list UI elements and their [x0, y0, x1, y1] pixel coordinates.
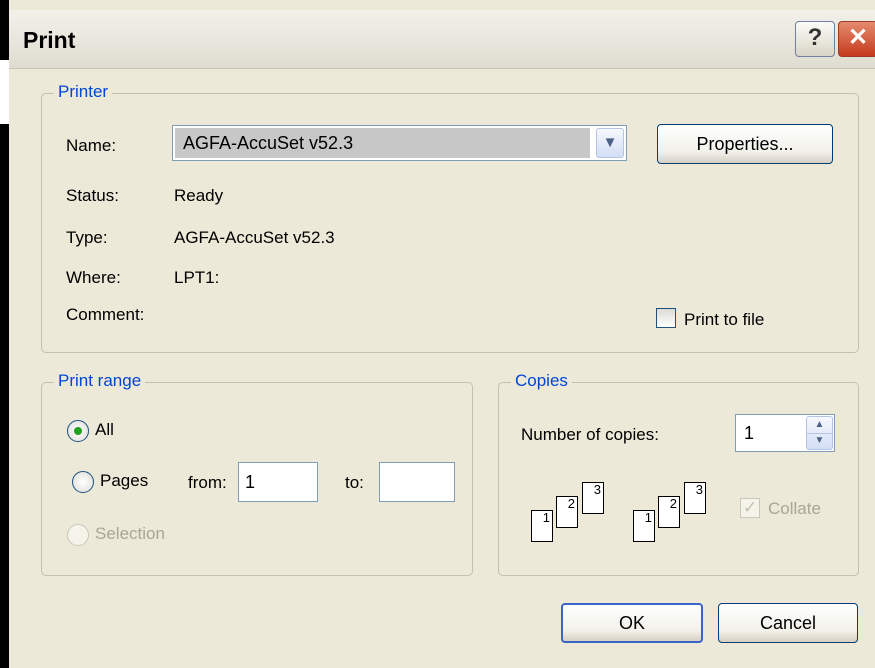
help-button[interactable]: ?: [795, 21, 835, 57]
pages-radio[interactable]: [72, 471, 94, 493]
from-page-input[interactable]: 1: [238, 462, 318, 502]
from-label: from:: [188, 473, 227, 492]
comment-label: Comment:: [66, 305, 145, 324]
window-left-edge-highlight: [0, 60, 9, 124]
number-of-copies-label: Number of copies:: [521, 425, 659, 444]
copies-group: Copies: [498, 371, 859, 576]
collate-page-icon: 2: [556, 496, 578, 528]
close-icon: ✕: [847, 24, 869, 51]
collate-page-icon: 1: [531, 510, 553, 542]
printer-legend: Printer: [54, 82, 113, 102]
printer-name-value: AGFA-AccuSet v52.3: [175, 128, 590, 158]
pages-radio-label[interactable]: Pages: [100, 471, 148, 491]
help-icon: ?: [807, 24, 823, 51]
printer-name-dropdown[interactable]: AGFA-AccuSet v52.3 ▼: [172, 125, 627, 161]
copies-legend: Copies: [511, 371, 572, 391]
all-radio[interactable]: [67, 420, 89, 442]
print-to-file-checkbox[interactable]: [656, 308, 676, 328]
where-value: LPT1:: [174, 268, 220, 287]
properties-button[interactable]: Properties...: [657, 124, 833, 164]
print-to-file-label[interactable]: Print to file: [684, 310, 764, 330]
status-label: Status:: [66, 186, 119, 205]
where-label: Where:: [66, 268, 121, 287]
collate-label[interactable]: Collate: [768, 499, 821, 519]
name-label: Name:: [66, 136, 117, 155]
to-label: to:: [345, 473, 364, 492]
selection-radio[interactable]: [67, 524, 89, 546]
collate-page-icon: 1: [633, 510, 655, 542]
arrow-up-icon[interactable]: ▲: [807, 417, 832, 434]
arrow-down-icon[interactable]: ▼: [807, 433, 832, 449]
collate-page-icon: 3: [684, 482, 706, 514]
all-radio-label[interactable]: All: [95, 420, 114, 440]
chevron-down-icon[interactable]: ▼: [596, 128, 624, 158]
title-bar[interactable]: Print ? ✕: [9, 10, 875, 69]
close-button[interactable]: ✕: [838, 21, 875, 57]
collate-page-icon: 2: [658, 496, 680, 528]
cancel-button[interactable]: Cancel: [718, 603, 858, 643]
status-value: Ready: [174, 186, 224, 205]
collate-checkbox[interactable]: ✓: [740, 498, 760, 518]
ok-button[interactable]: OK: [561, 603, 703, 643]
collate-page-icon: 3: [582, 482, 604, 514]
type-value: AGFA-AccuSet v52.3: [174, 228, 335, 247]
window-title: Print: [23, 27, 76, 53]
radio-selected-dot: [74, 427, 82, 435]
copies-spin-buttons[interactable]: ▲ ▼: [806, 416, 833, 450]
checkmark-icon: ✓: [742, 498, 758, 517]
type-label: Type:: [66, 228, 108, 247]
selection-radio-label[interactable]: Selection: [95, 524, 165, 544]
to-page-input[interactable]: [379, 462, 455, 502]
print-range-legend: Print range: [54, 371, 146, 391]
